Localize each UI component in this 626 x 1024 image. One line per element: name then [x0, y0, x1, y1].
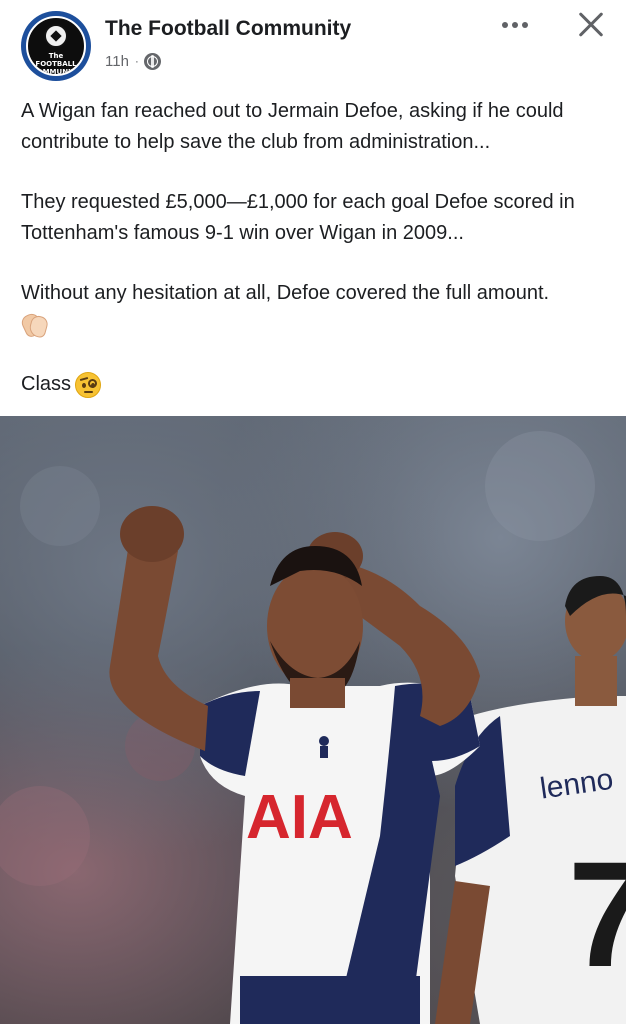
clapping-hands-emoji — [19, 311, 50, 340]
more-dot — [522, 22, 528, 28]
more-dot — [502, 22, 508, 28]
globe-icon[interactable] — [143, 52, 161, 70]
avatar-logo: The FOOTBALL COMMUNITY — [26, 16, 86, 76]
teammate-shirt-number: 7 — [568, 830, 626, 998]
post-paragraph-emoji-line — [19, 309, 611, 340]
post-paragraph: Class — [21, 373, 72, 395]
more-options-button[interactable] — [490, 12, 540, 38]
more-dot — [512, 22, 518, 28]
post-body: A Wigan fan reached out to Jermain Defoe… — [19, 96, 611, 400]
page-name[interactable]: The Football Community — [105, 16, 351, 42]
page-avatar[interactable]: The FOOTBALL COMMUNITY — [21, 11, 91, 81]
close-icon[interactable] — [572, 8, 610, 42]
post-header: The FOOTBALL COMMUNITY The Football Comm… — [0, 0, 626, 92]
football-icon — [44, 24, 68, 48]
post-timestamp[interactable]: 11h — [105, 53, 129, 70]
post-paragraph: Without any hesitation at all, Defoe cov… — [21, 282, 550, 304]
meta-separator: · — [134, 54, 139, 68]
post-paragraph: They requested £5,000—£1,000 for each go… — [21, 191, 575, 244]
shirt-sponsor-text: AIA — [246, 783, 353, 852]
post-image[interactable]: lenno 7 AIA — [0, 416, 626, 1024]
face-with-monocle-emoji — [75, 371, 102, 398]
post-meta: 11h · — [105, 50, 161, 72]
post-paragraph-class: Class — [21, 369, 611, 400]
post-paragraph: A Wigan fan reached out to Jermain Defoe… — [21, 100, 564, 153]
avatar-logo-text: The FOOTBALL COMMUNITY — [31, 52, 81, 76]
player-photo: lenno 7 AIA — [0, 431, 626, 1024]
